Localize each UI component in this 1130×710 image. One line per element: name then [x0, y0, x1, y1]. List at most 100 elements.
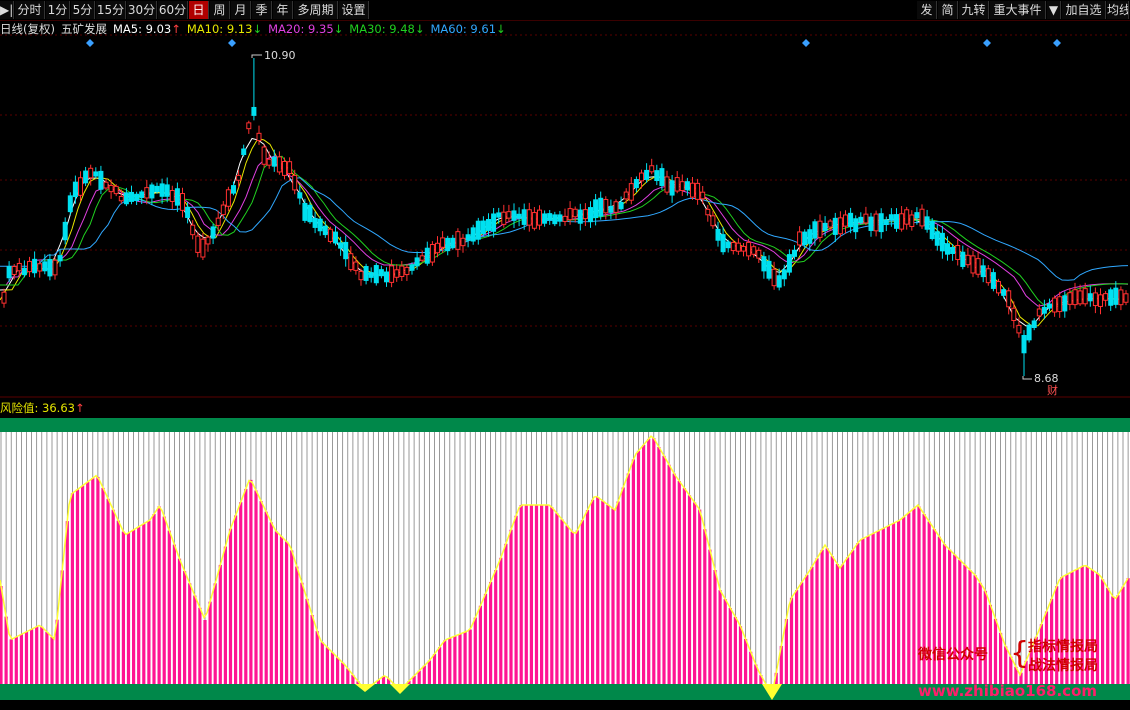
risk-bar: [805, 574, 809, 684]
candlestick: [164, 184, 170, 197]
risk-bar: [75, 489, 80, 684]
candlestick: [919, 208, 925, 227]
risk-bar: [733, 616, 737, 684]
risk-bar: [907, 512, 911, 684]
candlestick: [282, 160, 287, 176]
risk-bar: [856, 543, 860, 684]
candlestick: [215, 217, 221, 226]
candlestick: [333, 231, 338, 244]
btn-fa[interactable]: 发: [917, 1, 937, 19]
settings-button[interactable]: 设置: [339, 1, 369, 19]
risk-bar: [718, 590, 722, 684]
candlestick: [98, 170, 104, 190]
candlestick: [883, 219, 889, 226]
tab-30min[interactable]: 30分: [127, 1, 157, 19]
tab-quarter[interactable]: 季: [252, 1, 272, 19]
risk-bar: [4, 616, 8, 684]
tab-day[interactable]: 日: [189, 1, 209, 19]
risk-bar: [126, 532, 131, 684]
event-diamond-icon[interactable]: [1053, 39, 1061, 47]
tab-multi-period[interactable]: 多周期: [294, 1, 338, 19]
risk-bar: [427, 660, 431, 684]
risk-bar: [708, 549, 712, 684]
candlestick: [679, 181, 685, 191]
risk-bar: [244, 488, 248, 684]
risk-bar: [825, 548, 829, 684]
candlestick: [664, 176, 670, 193]
tab-60min[interactable]: 60分: [158, 1, 188, 19]
candlestick: [108, 184, 114, 193]
candlestick: [980, 265, 986, 278]
candlestick: [1041, 306, 1047, 314]
risk-bar: [591, 499, 595, 684]
risk-bar: [713, 570, 717, 684]
risk-bar: [774, 672, 778, 684]
risk-bar: [458, 634, 462, 684]
tab-week[interactable]: 周: [210, 1, 230, 19]
candlestick: [965, 254, 971, 266]
ma-trend-arrow-icon: ↓: [496, 22, 506, 36]
candlestick: [888, 214, 894, 221]
candlestick: [343, 241, 349, 260]
step-icon[interactable]: ▶|: [0, 1, 14, 19]
risk-bar: [228, 528, 233, 684]
event-diamond-icon[interactable]: [983, 39, 991, 47]
btn-major-events[interactable]: 重大事件: [990, 1, 1046, 19]
candlestick: [756, 249, 762, 259]
candlestick-chart[interactable]: 10.90 8.68财: [0, 0, 1130, 710]
btn-add-watchlist[interactable]: 加自选: [1062, 1, 1106, 19]
risk-bar: [264, 511, 268, 684]
candlestick: [516, 213, 522, 219]
risk-bar: [223, 546, 227, 684]
candlestick: [562, 215, 568, 222]
risk-bar: [784, 619, 788, 684]
tab-month[interactable]: 月: [231, 1, 251, 19]
risk-bar: [840, 564, 845, 684]
tab-1min[interactable]: 1分: [46, 1, 70, 19]
tab-15min[interactable]: 15分: [96, 1, 126, 19]
btn-jiuzhuan[interactable]: 九转: [959, 1, 989, 19]
btn-moving-average[interactable]: 均线: [1107, 1, 1129, 19]
candlestick: [429, 244, 435, 263]
risk-bar: [111, 509, 115, 684]
tab-year[interactable]: 年: [273, 1, 293, 19]
candlestick: [633, 179, 639, 189]
candlestick: [531, 212, 537, 229]
risk-bar: [509, 529, 513, 684]
candlestick: [470, 227, 476, 242]
candlestick: [72, 181, 78, 198]
financial-event-label[interactable]: 财: [1047, 383, 1058, 397]
candlestick: [990, 272, 996, 289]
risk-bar: [285, 541, 289, 684]
candlestick: [93, 171, 99, 177]
risk-bar: [560, 519, 564, 684]
candlestick: [292, 174, 298, 191]
candlestick: [593, 199, 599, 219]
tab-fenshi[interactable]: 分时: [15, 1, 45, 19]
risk-bar: [657, 447, 661, 684]
ma-legend-2: MA20: 9.35↓: [268, 22, 343, 36]
candlestick: [807, 229, 813, 244]
risk-bar: [295, 566, 299, 684]
risk-bar: [177, 558, 182, 684]
candlestick: [302, 202, 308, 221]
risk-bar: [346, 668, 350, 684]
candlestick: [1, 291, 7, 304]
risk-bar: [65, 521, 69, 684]
dropdown-arrow-icon[interactable]: ▼: [1047, 1, 1061, 19]
event-diamond-icon[interactable]: [228, 39, 236, 47]
chart-info-bar: 日线(复权) 五矿发展 MA5: 9.03↑ MA10: 9.13↓ MA20: 9.3…: [0, 21, 518, 37]
risk-bar: [616, 501, 620, 684]
candlestick: [695, 182, 701, 200]
event-diamond-icon[interactable]: [86, 39, 94, 47]
candlestick: [1108, 289, 1114, 306]
candlestick: [1103, 293, 1109, 301]
low-pointer: [1022, 376, 1032, 380]
candlestick: [705, 208, 711, 216]
tab-5min[interactable]: 5分: [71, 1, 95, 19]
candlestick: [934, 231, 940, 246]
watermark-brand-2: 战法情报局: [1028, 658, 1098, 674]
event-diamond-icon[interactable]: [802, 39, 810, 47]
ma-legend-1: MA10: 9.13↓: [187, 22, 262, 36]
btn-jian[interactable]: 简: [938, 1, 958, 19]
